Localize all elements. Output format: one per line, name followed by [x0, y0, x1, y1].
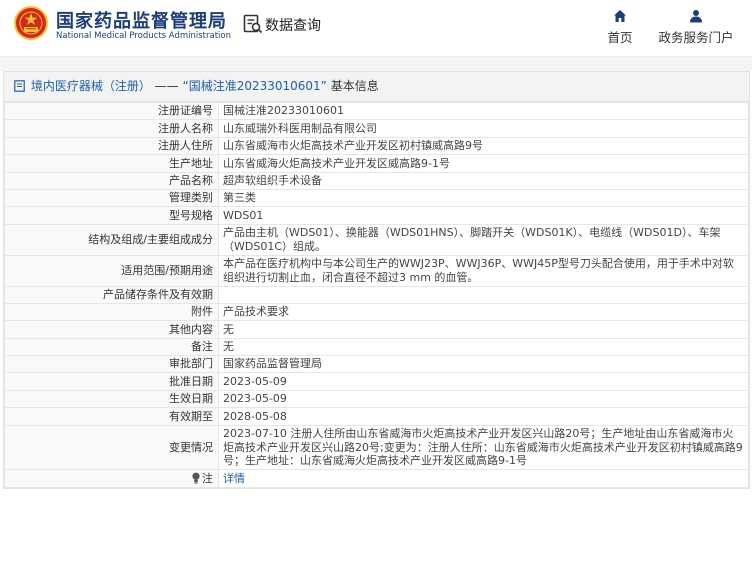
field-value: 本产品在医疗机构中与本公司生产的WWJ23P、WWJ36P、WWJ45P型号刀头… — [218, 254, 749, 287]
field-label: 型号规格 — [4, 206, 219, 225]
table-row: 有效期至 2028-05-08 — [4, 407, 749, 426]
field-label: 适用范围/预期用途 — [4, 254, 219, 287]
breadcrumb-separator: —— — [150, 79, 183, 93]
field-label: 生产地址 — [4, 154, 219, 173]
field-value: 无 — [218, 320, 749, 339]
field-value: WDS01 — [218, 206, 749, 225]
field-value: 无 — [218, 337, 749, 357]
detail-panel: 境内医疗器械（注册） —— “国械注准20233010601” 基本信息 注册证… — [3, 71, 750, 489]
lightbulb-icon — [192, 472, 200, 484]
table-row: 结构及组成/主要组成成分 产品由主机（WDS01）、换能器（WDS01HNS）、… — [4, 223, 749, 256]
note-row: 注详情 — [4, 469, 749, 488]
table-row: 产品名称 超声软组织手术设备 — [4, 171, 749, 190]
table-row: 备注 无 — [4, 337, 749, 357]
data-query-icon — [243, 14, 263, 34]
field-value — [218, 285, 749, 304]
field-label: 批准日期 — [4, 372, 219, 391]
national-emblem-icon[interactable] — [14, 6, 48, 40]
field-label: 注册证编号 — [4, 101, 219, 121]
field-value: 山东省威海火炬高技术产业开发区威高路9-1号 — [218, 154, 749, 173]
field-value: 产品由主机（WDS01）、换能器（WDS01HNS）、脚踏开关（WDS01K）、… — [218, 223, 749, 256]
table-row: 变更情况 2023-07-10 注册人住所由山东省威海市火炬高技术产业开发区兴山… — [4, 424, 749, 471]
field-label: 附件 — [4, 302, 219, 322]
field-value: 超声软组织手术设备 — [218, 171, 749, 190]
field-value: 第三类 — [218, 188, 749, 208]
nav-home-label: 首页 — [607, 30, 633, 45]
table-row: 适用范围/预期用途 本产品在医疗机构中与本公司生产的WWJ23P、WWJ36P、… — [4, 254, 749, 287]
table-row: 批准日期 2023-05-09 — [4, 372, 749, 391]
field-value: 产品技术要求 — [218, 302, 749, 322]
field-label: 注册人住所 — [4, 136, 219, 156]
field-label: 产品名称 — [4, 171, 219, 190]
header-divider — [0, 56, 752, 71]
field-label: 结构及组成/主要组成成分 — [4, 223, 219, 256]
note-value-cell: 详情 — [218, 469, 749, 488]
field-value: 2028-05-08 — [218, 407, 749, 426]
breadcrumb-category-link[interactable]: 境内医疗器械（注册） — [31, 79, 151, 93]
registration-info-table: 注册证编号 国械注准20233010601 注册人名称 山东威瑞外科医用制品有限… — [4, 101, 749, 488]
table-row: 型号规格 WDS01 — [4, 206, 749, 225]
field-value: 2023-05-09 — [218, 372, 749, 391]
field-label: 变更情况 — [4, 424, 219, 471]
data-query-title: 数据查询 — [265, 18, 321, 34]
breadcrumb-title-link[interactable]: “国械注准20233010601” — [182, 79, 326, 93]
field-value: 山东省威海市火炬高技术产业开发区初村镇威高路9号 — [218, 136, 749, 156]
table-row: 管理类别 第三类 — [4, 188, 749, 208]
table-row: 生效日期 2023-05-09 — [4, 389, 749, 409]
breadcrumb: 境内医疗器械（注册） —— “国械注准20233010601” 基本信息 — [4, 72, 749, 102]
table-row: 生产地址 山东省威海火炬高技术产业开发区威高路9-1号 — [4, 154, 749, 173]
nav-gov-portal[interactable]: 政务服务门户 — [652, 9, 740, 46]
site-name[interactable]: 国家药品监督管理局 — [56, 7, 227, 33]
field-value: 2023-05-09 — [218, 389, 749, 409]
nav-gov-label: 政务服务门户 — [658, 30, 734, 45]
field-label: 生效日期 — [4, 389, 219, 409]
table-row: 注册人名称 山东威瑞外科医用制品有限公司 — [4, 119, 749, 138]
field-label: 其他内容 — [4, 320, 219, 339]
table-row: 产品储存条件及有效期 — [4, 285, 749, 304]
home-icon — [614, 10, 626, 22]
table-row: 其他内容 无 — [4, 320, 749, 339]
field-value: 山东威瑞外科医用制品有限公司 — [218, 119, 749, 138]
document-icon — [14, 80, 25, 92]
field-value: 2023-07-10 注册人住所由山东省威海市火炬高技术产业开发区兴山路20号；… — [218, 424, 749, 471]
user-icon — [690, 10, 702, 23]
field-label: 有效期至 — [4, 407, 219, 426]
table-row: 注册人住所 山东省威海市火炬高技术产业开发区初村镇威高路9号 — [4, 136, 749, 156]
breadcrumb-suffix: 基本信息 — [326, 79, 379, 93]
field-value: 国家药品监督管理局 — [218, 355, 749, 374]
field-label: 管理类别 — [4, 188, 219, 208]
field-value: 国械注准20233010601 — [218, 101, 749, 121]
table-row: 附件 产品技术要求 — [4, 302, 749, 322]
note-label-cell: 注 — [4, 469, 219, 488]
site-header: 国家药品监督管理局 National Medical Products Admi… — [0, 0, 752, 56]
note-label: 注 — [202, 471, 213, 485]
field-label: 注册人名称 — [4, 119, 219, 138]
details-link[interactable]: 详情 — [223, 472, 245, 485]
table-row: 注册证编号 国械注准20233010601 — [4, 101, 749, 121]
nav-home[interactable]: 首页 — [600, 9, 640, 46]
site-name-en[interactable]: National Medical Products Administration — [56, 31, 231, 41]
field-label: 产品储存条件及有效期 — [4, 285, 219, 304]
field-label: 备注 — [4, 337, 219, 357]
table-row: 审批部门 国家药品监督管理局 — [4, 355, 749, 374]
field-label: 审批部门 — [4, 355, 219, 374]
